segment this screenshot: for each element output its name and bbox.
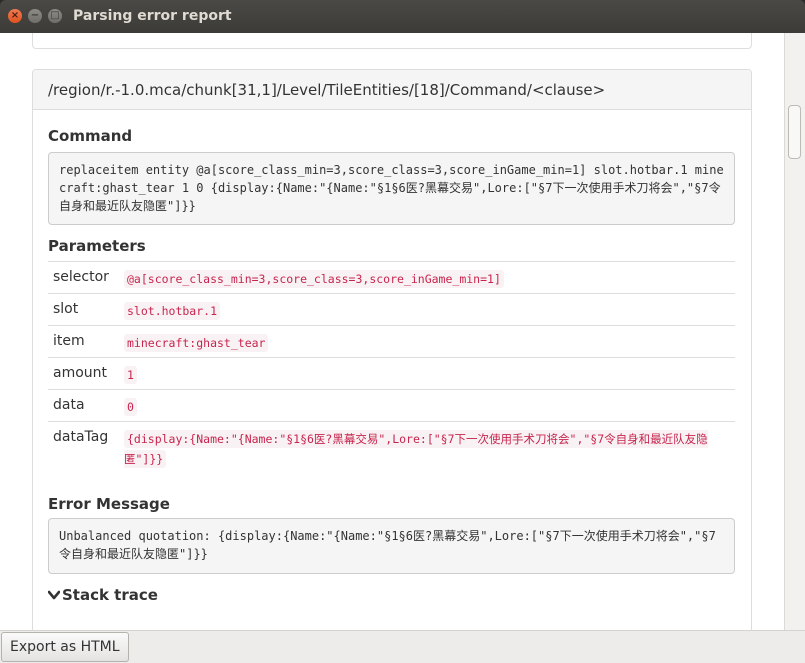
table-row: slot slot.hotbar.1	[48, 293, 735, 326]
param-key: amount	[53, 365, 108, 381]
param-key: selector	[53, 269, 109, 285]
param-key: dataTag	[53, 429, 109, 445]
command-code: replaceitem entity @a[score_class_min=3,…	[48, 152, 735, 225]
error-message-code: Unbalanced quotation: {display:{Name:"{N…	[48, 518, 735, 574]
param-key: item	[53, 333, 85, 349]
window-titlebar: × − □ Parsing error report	[0, 0, 805, 33]
table-row: data 0	[48, 389, 735, 422]
param-key: slot	[53, 301, 79, 317]
param-key: data	[53, 397, 85, 413]
scrollbar-thumb[interactable]	[788, 105, 801, 159]
previous-panel	[32, 33, 752, 49]
command-title: Command	[48, 127, 133, 145]
stack-trace-toggle[interactable]: Stack trace	[47, 586, 158, 604]
window-title: Parsing error report	[73, 8, 232, 24]
table-row: selector @a[score_class_min=3,score_clas…	[48, 261, 735, 294]
minimize-icon[interactable]: −	[28, 9, 42, 23]
table-row: item minecraft:ghast_tear	[48, 325, 735, 358]
export-html-button[interactable]: Export as HTML	[1, 632, 129, 662]
bottom-bar: Export as HTML	[0, 630, 805, 663]
param-value: minecraft:ghast_tear	[124, 334, 269, 352]
maximize-icon[interactable]: □	[48, 9, 62, 23]
param-value: slot.hotbar.1	[124, 302, 221, 320]
param-value: @a[score_class_min=3,score_class=3,score…	[124, 270, 504, 288]
chevron-down-icon	[47, 586, 62, 604]
stack-trace-label: Stack trace	[62, 586, 158, 604]
param-value: {display:{Name:"{Name:"§1§6医?黑幕交易",Lore:…	[124, 430, 708, 468]
param-value: 1	[124, 366, 137, 384]
table-row: dataTag {display:{Name:"{Name:"§1§6医?黑幕交…	[48, 421, 735, 474]
close-icon[interactable]: ×	[8, 9, 22, 23]
param-value: 0	[124, 398, 137, 416]
vertical-scrollbar[interactable]	[784, 33, 805, 630]
error-message-title: Error Message	[48, 495, 170, 513]
error-panel: /region/r.-1.0.mca/chunk[31,1]/Level/Til…	[32, 69, 752, 630]
table-row: amount 1	[48, 357, 735, 390]
panel-heading: /region/r.-1.0.mca/chunk[31,1]/Level/Til…	[33, 70, 751, 110]
report-content: /region/r.-1.0.mca/chunk[31,1]/Level/Til…	[0, 33, 784, 630]
parameters-title: Parameters	[48, 237, 146, 255]
parameters-table: selector @a[score_class_min=3,score_clas…	[48, 261, 735, 474]
